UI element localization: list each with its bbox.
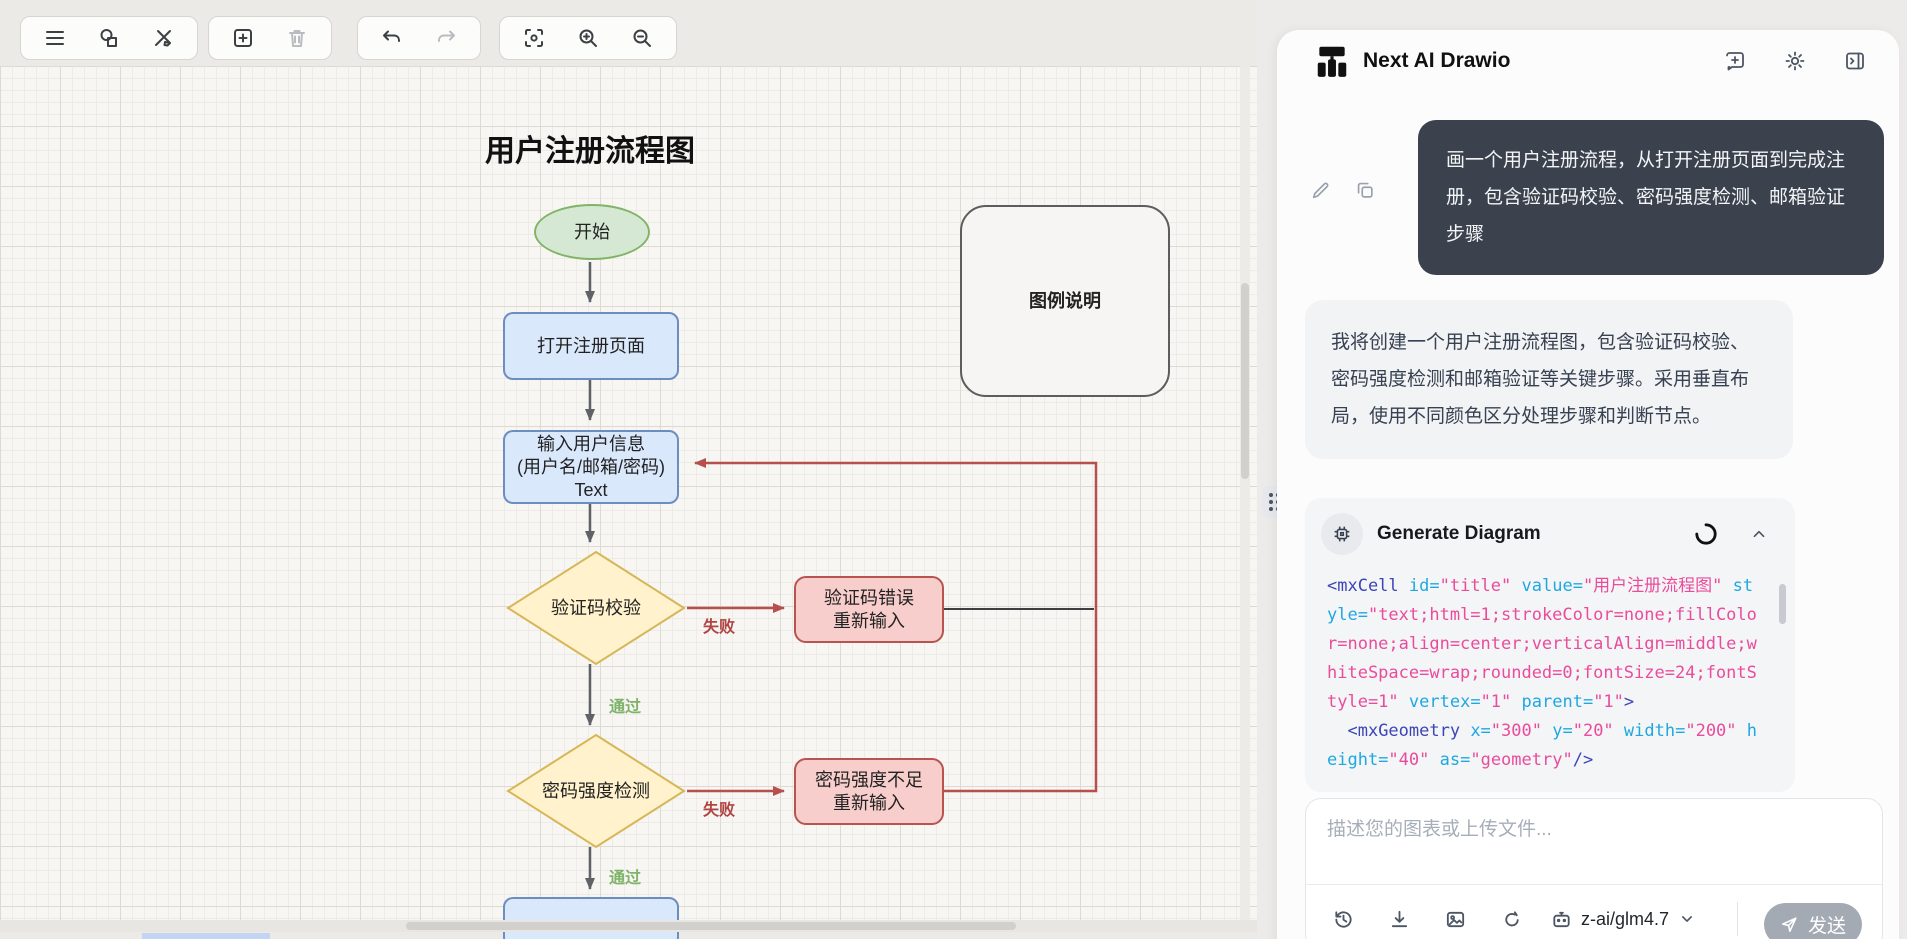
download-icon [1388, 908, 1411, 931]
gear-icon [1783, 49, 1807, 73]
chevron-up-icon [1748, 523, 1770, 545]
edge-label-fail-1: 失败 [703, 613, 735, 637]
node-password-check-label: 密码强度检测 [542, 780, 650, 803]
node-input-info-label: 输入用户信息 (用户名/邮箱/密码) Text [517, 433, 665, 502]
copy-icon [1354, 179, 1376, 201]
bottom-selection-sliver [142, 933, 270, 939]
message-actions [1306, 175, 1380, 205]
delete-button[interactable] [273, 21, 321, 55]
chevron-down-icon [1677, 909, 1697, 929]
copy-message-button[interactable] [1350, 175, 1380, 205]
shapes-icon [97, 26, 121, 50]
node-open-page-label: 打开注册页面 [537, 335, 645, 358]
zoom-out-button[interactable] [618, 21, 666, 55]
send-icon [1780, 915, 1799, 934]
pencil-icon [1310, 179, 1332, 201]
chip-icon [1331, 523, 1353, 545]
collapse-card-button[interactable] [1745, 520, 1773, 548]
app-logo-icon [1313, 42, 1351, 80]
node-password-check[interactable]: 密码强度检测 [508, 777, 684, 805]
edit-tools-button[interactable] [139, 21, 187, 55]
fit-view-button[interactable] [510, 21, 558, 55]
code-scrollbar-thumb[interactable] [1779, 584, 1786, 624]
toolbar-group-nodes [208, 16, 332, 60]
curved-line-icon [1500, 908, 1523, 931]
history-button[interactable] [1326, 902, 1360, 936]
canvas-vscrollbar-track [1240, 66, 1250, 920]
diagram-title[interactable]: 用户注册流程图 [400, 126, 780, 170]
menu-button[interactable] [31, 21, 79, 55]
zoom-in-button[interactable] [564, 21, 612, 55]
message-plus-icon [1723, 49, 1747, 73]
node-legend-label: 图例说明 [1029, 290, 1101, 313]
shapes-button[interactable] [85, 21, 133, 55]
node-input-info[interactable]: 输入用户信息 (用户名/邮箱/密码) Text [503, 430, 679, 504]
node-captcha-error[interactable]: 验证码错误 重新输入 [794, 576, 944, 643]
node-captcha-error-label: 验证码错误 重新输入 [824, 587, 914, 633]
image-icon [1444, 908, 1467, 931]
node-start[interactable]: 开始 [534, 204, 650, 260]
diagram-canvas[interactable]: 用户注册流程图 开始 打开注册页面 输入用户信息 (用户名/邮箱/密码) Tex… [0, 0, 1257, 939]
fit-view-icon [522, 26, 546, 50]
download-button[interactable] [1382, 902, 1416, 936]
node-password-error[interactable]: 密码强度不足 重新输入 [794, 758, 944, 825]
chip-icon-badge [1321, 513, 1363, 555]
composer-separator [1737, 902, 1738, 936]
tool-card-label: Generate Diagram [1377, 523, 1541, 545]
composer-toolbar: z-ai/glm4.7 [1326, 902, 1697, 936]
send-button[interactable]: 发送 [1764, 903, 1862, 939]
app-window: 用户注册流程图 开始 打开注册页面 输入用户信息 (用户名/邮箱/密码) Tex… [0, 0, 1907, 939]
assistant-message: 我将创建一个用户注册流程图，包含验证码校验、密码强度检测和邮箱验证等关键步骤。采… [1305, 300, 1793, 459]
add-node-button[interactable] [219, 21, 267, 55]
send-button-label: 发送 [1808, 911, 1846, 938]
chat-input[interactable] [1325, 812, 1845, 872]
robot-icon [1550, 908, 1573, 931]
panel-header: Next AI Drawio [1277, 30, 1899, 92]
undo-button[interactable] [368, 21, 416, 55]
node-captcha-check[interactable]: 验证码校验 [508, 594, 684, 622]
toolbar-group-zoom [499, 16, 677, 60]
edge-label-fail-2: 失败 [703, 796, 735, 820]
model-name: z-ai/glm4.7 [1581, 909, 1669, 930]
menu-icon [43, 26, 67, 50]
edge-label-pass-1: 通过 [609, 693, 641, 717]
canvas-hscrollbar-thumb[interactable] [406, 922, 1016, 930]
generate-diagram-header[interactable]: Generate Diagram [1321, 512, 1779, 556]
generated-xml-code[interactable]: <mxCell id="title" value="用户注册流程图" style… [1327, 572, 1767, 784]
loading-spinner-icon [1693, 521, 1719, 547]
collapse-panel-button[interactable] [1835, 41, 1875, 81]
model-selector[interactable]: z-ai/glm4.7 [1550, 908, 1697, 931]
upload-image-button[interactable] [1438, 902, 1472, 936]
toolbar-group-history [357, 16, 481, 60]
toolbar-group-main [20, 16, 198, 60]
panel-right-icon [1843, 49, 1867, 73]
new-chat-button[interactable] [1715, 41, 1755, 81]
node-open-page[interactable]: 打开注册页面 [503, 312, 679, 380]
settings-button[interactable] [1775, 41, 1815, 81]
redo-icon [434, 26, 458, 50]
node-captcha-check-label: 验证码校验 [551, 597, 641, 620]
user-message: 画一个用户注册流程，从打开注册页面到完成注册，包含验证码校验、密码强度检测、邮箱… [1418, 120, 1884, 275]
panel-title: Next AI Drawio [1363, 49, 1510, 73]
undo-icon [380, 26, 404, 50]
node-next-partial[interactable] [503, 897, 679, 939]
zoom-in-icon [576, 26, 600, 50]
node-password-error-label: 密码强度不足 重新输入 [815, 769, 923, 815]
composer-divider [1306, 884, 1882, 885]
sketch-style-button[interactable] [1494, 902, 1528, 936]
node-start-label: 开始 [574, 221, 610, 244]
edit-message-button[interactable] [1306, 175, 1336, 205]
zoom-out-icon [630, 26, 654, 50]
redo-button[interactable] [422, 21, 470, 55]
trash-icon [285, 26, 309, 50]
canvas-vscrollbar-thumb[interactable] [1241, 283, 1249, 479]
edge-label-pass-2: 通过 [609, 864, 641, 888]
add-node-icon [231, 26, 255, 50]
edit-tools-icon [151, 26, 175, 50]
history-icon [1332, 908, 1355, 931]
node-legend[interactable]: 图例说明 [960, 205, 1170, 397]
